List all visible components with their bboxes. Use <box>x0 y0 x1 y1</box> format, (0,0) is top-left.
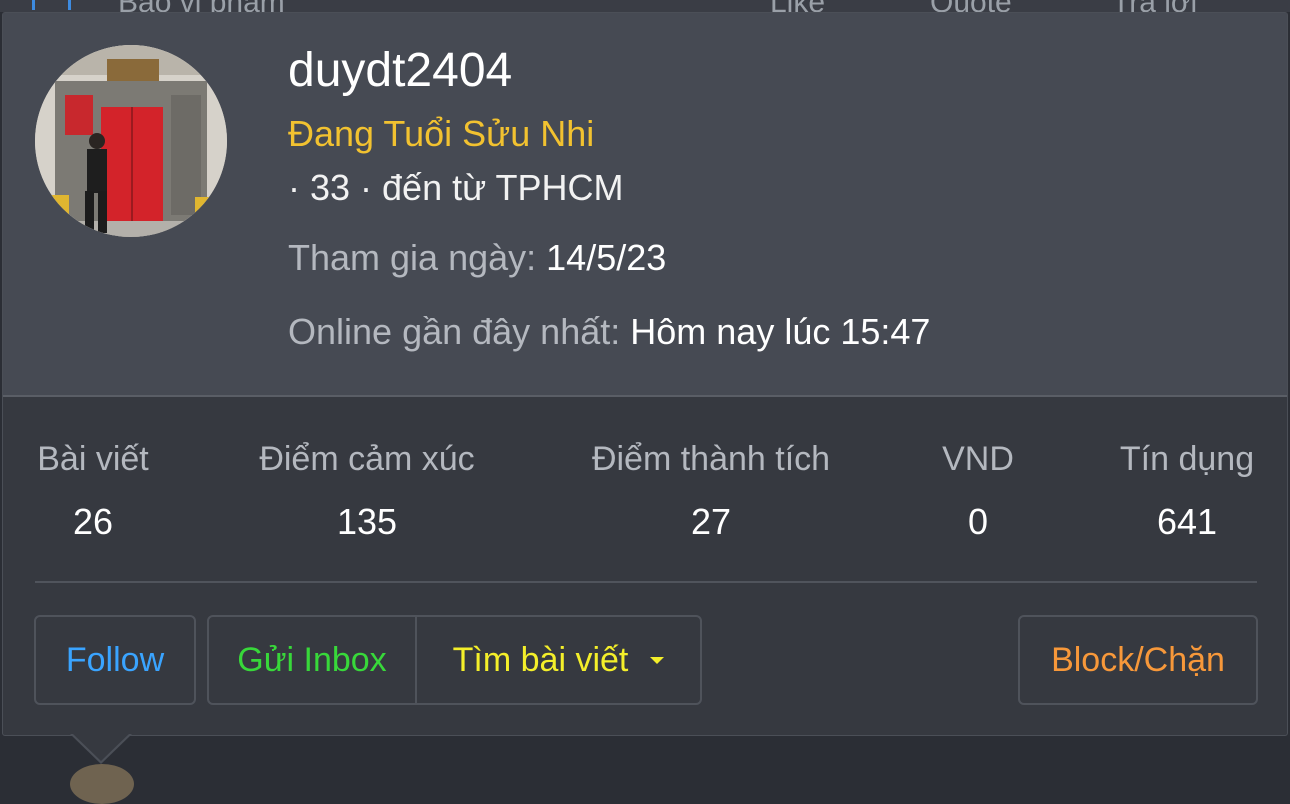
avatar-photo <box>35 45 227 237</box>
member-header: duydt2404 Đang Tuổi Sửu Nhi · 33 · đến t… <box>3 13 1287 397</box>
stat-credits[interactable]: Tín dụng 641 <box>1115 440 1259 543</box>
send-inbox-button[interactable]: Gửi Inbox <box>209 617 417 703</box>
user-meta: · 33 · đến từ TPHCM <box>288 167 624 208</box>
background-post-toolbar: Báo vi phạm Like Quote Trả lời <box>0 0 1290 12</box>
avatar[interactable] <box>35 45 227 237</box>
background-quote-bar <box>32 0 35 10</box>
member-tooltip-card: duydt2404 Đang Tuổi Sửu Nhi · 33 · đến t… <box>2 12 1288 736</box>
stat-label: Điểm cảm xúc <box>259 440 475 478</box>
background-avatar <box>70 764 134 804</box>
report-link[interactable]: Báo vi phạm <box>118 0 285 12</box>
stat-posts[interactable]: Bài viết 26 <box>35 440 151 543</box>
stat-vnd[interactable]: VND 0 <box>939 440 1017 543</box>
action-button-group: Gửi Inbox Tìm bài viết <box>207 615 702 705</box>
stat-trophy-points[interactable]: Điểm thành tích 27 <box>585 440 837 543</box>
stat-label: Điểm thành tích <box>591 440 831 478</box>
divider <box>35 581 1257 583</box>
last-seen-value: Hôm nay lúc 15:47 <box>630 311 931 352</box>
stat-value: 135 <box>336 501 398 542</box>
stat-label: VND <box>942 440 1014 478</box>
follow-button[interactable]: Follow <box>34 615 196 705</box>
joined-label: Tham gia ngày: <box>288 237 537 278</box>
like-link[interactable]: Like <box>770 0 825 12</box>
block-button[interactable]: Block/Chặn <box>1018 615 1258 705</box>
last-seen-label: Online gần đây nhất: <box>288 311 621 352</box>
joined-value: 14/5/23 <box>546 237 667 278</box>
joined-row: Tham gia ngày: 14/5/23 <box>288 237 666 279</box>
last-seen-row: Online gần đây nhất: Hôm nay lúc 15:47 <box>288 311 930 353</box>
username[interactable]: duydt2404 <box>288 43 512 98</box>
stat-value: 27 <box>690 501 732 542</box>
stat-value: 0 <box>967 501 989 542</box>
find-posts-label: Tìm bài viết <box>452 640 629 679</box>
find-posts-dropdown[interactable]: Tìm bài viết <box>417 617 700 703</box>
stat-value: 641 <box>1156 501 1218 542</box>
tooltip-arrow-inner <box>72 733 130 761</box>
caret-down-icon <box>650 656 665 664</box>
stat-label: Tín dụng <box>1119 440 1255 478</box>
stat-reactions[interactable]: Điểm cảm xúc 135 <box>253 440 481 543</box>
stat-value: 26 <box>72 501 114 542</box>
user-title: Đang Tuổi Sửu Nhi <box>288 113 595 154</box>
reply-link[interactable]: Trả lời <box>1112 0 1197 12</box>
stat-label: Bài viết <box>37 440 149 478</box>
quote-link[interactable]: Quote <box>930 0 1012 12</box>
background-quote-bar <box>68 0 71 10</box>
